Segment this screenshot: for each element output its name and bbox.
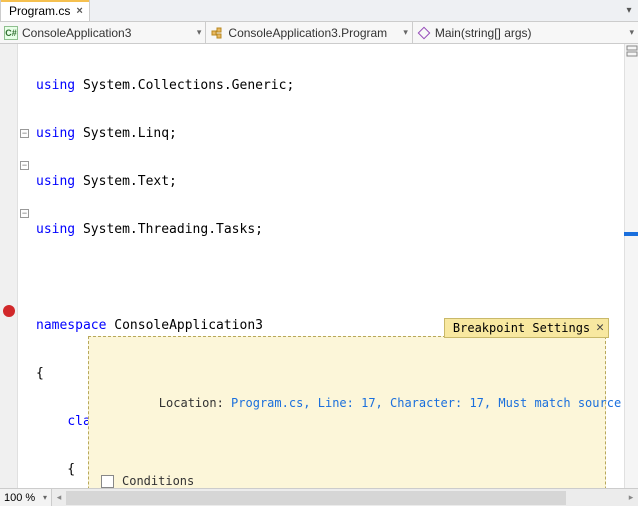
zoom-combo[interactable]: 100 % ▾ [0,489,52,506]
nav-class-combo[interactable]: ConsoleApplication3.Program ▾ [206,22,412,43]
nav-project-label: ConsoleApplication3 [22,26,131,40]
scroll-left-arrow[interactable]: ◂ [52,492,66,503]
conditions-row: Conditions [101,473,593,488]
scroll-track[interactable] [66,491,624,505]
split-window-icon[interactable] [626,45,638,57]
outline-gutter[interactable]: − − − [18,44,32,488]
zoom-value: 100 % [4,492,35,504]
tab-close-icon[interactable]: × [76,5,82,17]
chevron-down-icon: ▾ [403,27,408,38]
tab-strip: Program.cs × ▾ [0,0,638,22]
class-icon [210,26,224,40]
breakpoint-location-link[interactable]: Program.cs, Line: 17, Character: 17, Mus… [231,396,621,410]
navigation-bar: C# ConsoleApplication3 ▾ ConsoleApplicat… [0,22,638,44]
editor: − − − using System.Collections.Generic; … [0,44,638,488]
breakpoint-location: Location: Program.cs, Line: 17, Characte… [101,379,593,427]
conditions-label: Conditions [122,473,194,488]
scroll-thumb[interactable] [66,491,566,505]
nav-member-combo[interactable]: Main(string[] args) ▾ [413,22,638,43]
annotation-ruler[interactable] [624,44,638,488]
status-bar: 100 % ▾ ◂ ▸ [0,488,638,506]
tab-empty-area [90,0,620,21]
chevron-down-icon: ▾ [43,493,47,502]
caret-position-marker [624,232,638,236]
code-area[interactable]: using System.Collections.Generic; using … [32,44,624,488]
horizontal-scrollbar[interactable]: ◂ ▸ [52,489,638,506]
tab-program-cs[interactable]: Program.cs × [0,0,90,21]
chevron-down-icon: ▾ [629,27,634,38]
nav-project-combo[interactable]: C# ConsoleApplication3 ▾ [0,22,206,43]
csharp-project-icon: C# [4,26,18,40]
nav-class-label: ConsoleApplication3.Program [228,26,387,40]
conditions-checkbox[interactable] [101,475,114,488]
tab-label: Program.cs [9,4,70,18]
fold-toggle[interactable]: − [20,161,29,170]
breakpoint-settings-header: Breakpoint Settings ✕ [444,318,609,338]
fold-toggle[interactable]: − [20,209,29,218]
breakpoint-gutter[interactable] [0,44,18,488]
tab-overflow-button[interactable]: ▾ [620,0,638,21]
nav-member-label: Main(string[] args) [435,26,532,40]
close-icon[interactable]: ✕ [596,320,604,336]
scroll-right-arrow[interactable]: ▸ [624,492,638,503]
chevron-down-icon: ▾ [197,27,202,38]
fold-toggle[interactable]: − [20,129,29,138]
breakpoint-settings-panel: Location: Program.cs, Line: 17, Characte… [88,336,606,488]
breakpoint-marker[interactable] [3,305,15,317]
breakpoint-settings-title: Breakpoint Settings [453,320,590,336]
method-icon [417,26,431,40]
